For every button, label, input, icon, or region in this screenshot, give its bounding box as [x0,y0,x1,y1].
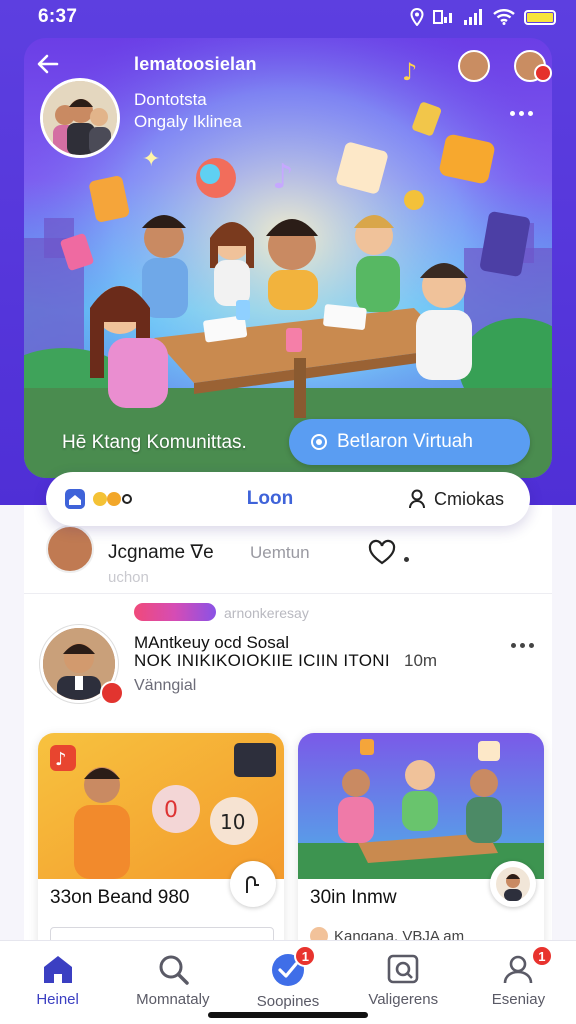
group-photo-icon [43,81,117,155]
svg-text:♪: ♪ [402,58,417,86]
event-card-2[interactable]: 30in Inmw Kangana. VBJA am [298,733,544,963]
group-avatar[interactable] [40,78,120,158]
svg-text:10: 10 [220,810,245,834]
nav-profile[interactable]: 1 Eseniay [461,941,576,1024]
heart-icon[interactable] [368,539,396,567]
user-name: Jcgname ∇e [108,542,214,563]
separator-dot [404,557,409,562]
search-icon [159,955,189,985]
presence-dots-icon [93,492,132,506]
card-2-avatar-button[interactable] [490,861,536,907]
author-badge [100,681,124,705]
nav-events-label: Valigerens [368,991,439,1008]
user-avatar[interactable] [46,525,94,573]
home-icon [43,956,72,983]
feed-item[interactable]: Jcgname ∇e Uemtun uchon [24,517,552,587]
user-faded-text: uchon [108,569,149,586]
post-tag-text: arnonkeresay [224,605,309,621]
back-arrow-icon [37,54,59,74]
community-action-bar: Loon Cmiokas [46,472,530,526]
card-1-title: 33on Beand 980 [50,887,190,908]
notification-badge [534,64,552,82]
nav-profile-badge: 1 [530,945,553,967]
nav-profile-label: Eseniay [491,991,546,1008]
event-card-1-image: ♪ 0 10 [38,733,284,879]
radio-icon [311,434,327,450]
loon-tab[interactable]: Loon [247,488,293,510]
status-icons [410,8,556,26]
svg-text:0: 0 [164,798,178,823]
feed-section: Jcgname ∇e Uemtun uchon arnonkeresay MAn… [24,505,552,963]
person-icon [408,489,425,509]
community-caption: Hē Ktang Komunittas. [62,432,247,453]
more-options-button[interactable] [508,108,534,118]
svg-text:♪: ♪ [55,749,67,770]
community-subtitle-1: Dontotsta [134,90,207,109]
svg-text:♪: ♪ [272,157,294,197]
nav-home-label: Heinel [36,991,79,1008]
hero-banner: ♪ ✦ ♪ lematoosielan Dontotsta Ongaly Ikl… [24,38,552,478]
signal-icon [464,9,482,25]
calendar-search-icon [387,954,419,984]
members-indicator[interactable] [64,488,132,510]
join-virtual-button[interactable]: Betlaron Virtuah [289,419,530,465]
wifi-icon [493,9,515,25]
back-button[interactable] [34,50,62,78]
post-item[interactable]: arnonkeresay MAntkeuy ocd Sosal NOK INIK… [24,597,552,707]
post-more-button[interactable] [511,643,534,648]
event-card-2-image [298,733,544,879]
person-avatar-icon [496,867,530,901]
home-badge-icon [65,489,85,509]
battery-icon [524,9,556,25]
community-subtitle-2: Ongaly Iklinea [134,112,242,131]
post-location: Vänngial [134,677,197,694]
card-2-title: 30in Inmw [310,887,397,908]
community-title: lematoosielan [134,54,257,74]
post-time: 10m [404,651,438,670]
app-screen: 6:37 ♪ ✦ ♪ lematoosielan Dontotsta Ongal… [0,0,576,1024]
divider [24,593,552,594]
join-virtual-label: Betlaron Virtuah [337,431,473,452]
nav-home[interactable]: Heinel [0,941,115,1024]
member-avatar-1[interactable] [458,50,490,82]
post-tag-pill [134,603,216,621]
status-bar: 6:37 [0,0,576,34]
post-title: MAntkeuy ocd Sosal [134,633,289,652]
nav-support-badge: 1 [294,945,317,967]
data-icon [433,10,452,24]
status-time: 6:37 [38,6,78,27]
svg-text:✦: ✦ [142,147,160,172]
user-meta: Uemtun [250,543,310,562]
nav-community-label: Momnataly [136,991,210,1008]
home-indicator [208,1012,368,1018]
location-icon [410,8,424,26]
event-card-1[interactable]: ♪ 0 10 33on Beand 980 [38,733,284,963]
post-headline: NOK INIKIKOIOKIIE ICIIN ITONI [134,651,390,670]
card-1-action-button[interactable] [230,861,276,907]
contacts-label: Cmiokas [433,488,504,509]
edit-icon [246,876,259,893]
nav-support-label: Soopines [256,993,320,1010]
contacts-button[interactable]: Cmiokas [408,489,504,510]
